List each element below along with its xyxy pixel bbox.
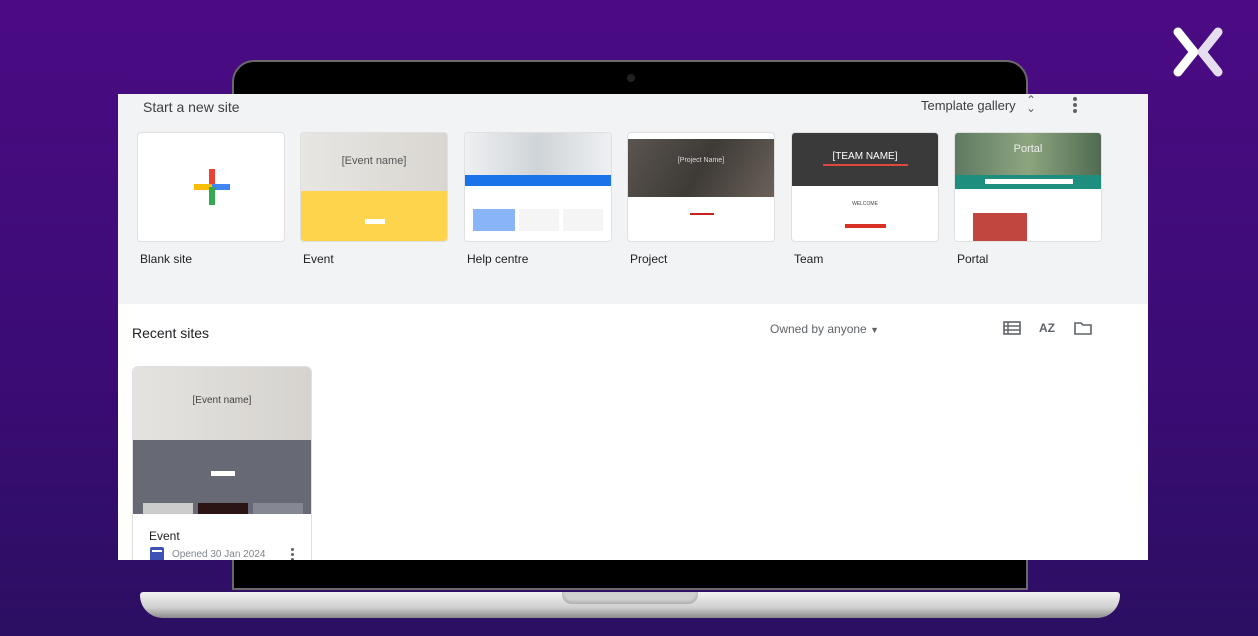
template-help-centre[interactable] [464, 132, 612, 242]
x-logo [1173, 27, 1223, 77]
template-label: Team [794, 252, 824, 266]
template-label: Portal [957, 252, 989, 266]
template-team[interactable]: [TEAM NAME] WELCOME [791, 132, 939, 242]
plus-icon [194, 169, 230, 205]
laptop-camera [627, 74, 635, 82]
section-title: Start a new site [143, 99, 240, 115]
caret-down-icon: ▼ [870, 325, 879, 335]
template-blank[interactable] [137, 132, 285, 242]
template-event[interactable]: [Event name] [300, 132, 448, 242]
site-name: Event [149, 529, 180, 543]
start-new-site-section: Start a new site Template gallery ⌃ ⌄ [Ev… [118, 94, 1148, 304]
list-view-icon[interactable] [1003, 319, 1021, 337]
owner-filter-label: Owned by anyone [770, 322, 867, 336]
template-label: Event [303, 252, 334, 266]
template-label: Help centre [467, 252, 529, 266]
template-gallery-button[interactable]: Template gallery [921, 98, 1016, 113]
sites-icon [150, 547, 164, 560]
template-label: Blank site [140, 252, 193, 266]
unfold-icon[interactable]: ⌃ ⌄ [1026, 94, 1036, 114]
google-sites-home: Start a new site Template gallery ⌃ ⌄ [Ev… [118, 94, 1148, 560]
site-more-icon[interactable] [289, 547, 295, 560]
folder-icon[interactable] [1074, 319, 1092, 337]
template-label: Project [630, 252, 668, 266]
opened-date: Opened 30 Jan 2024 [172, 549, 266, 560]
recent-site-card[interactable]: [Event name] Event Opened 30 Jan 2024 [132, 366, 312, 560]
template-project[interactable]: [Project Name] [627, 132, 775, 242]
more-options-icon[interactable] [1070, 96, 1080, 114]
recent-sites-title: Recent sites [132, 325, 210, 341]
sort-az-icon[interactable]: AZ [1038, 321, 1056, 339]
owner-filter-dropdown[interactable]: Owned by anyone ▼ [770, 322, 879, 336]
laptop-notch [562, 592, 698, 604]
template-portal[interactable]: Portal [954, 132, 1102, 242]
